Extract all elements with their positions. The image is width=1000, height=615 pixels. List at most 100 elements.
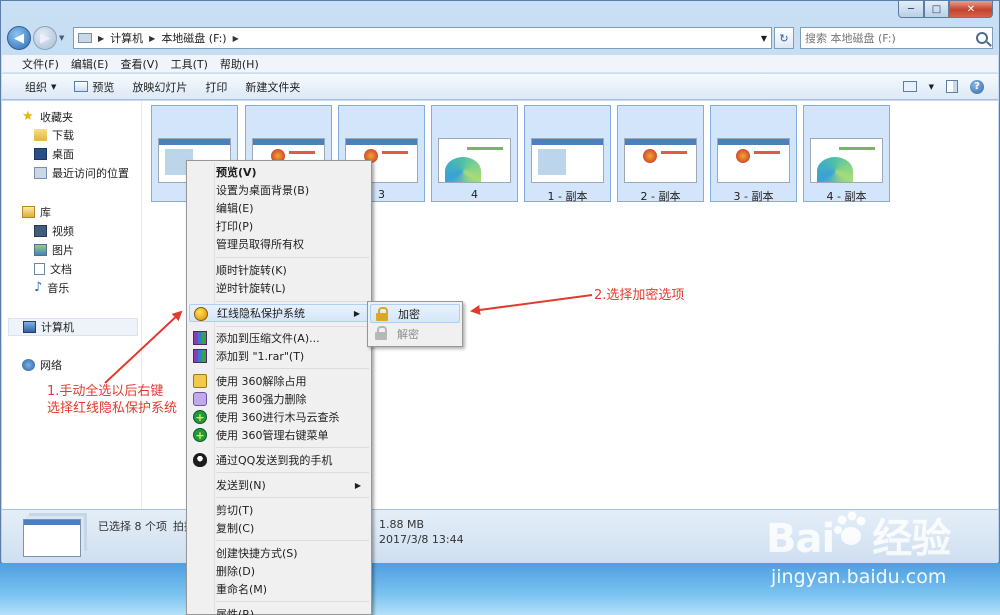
menu-item-properties[interactable]: 属性(R) [189, 605, 369, 615]
menu-item-set-wallpaper[interactable]: 设置为桌面背景(B) [189, 181, 369, 199]
menu-item-360-manage-menu[interactable]: + 使用 360管理右键菜单 [189, 426, 369, 444]
nav-network[interactable]: 网络 [22, 357, 62, 373]
print-button[interactable]: 打印 [196, 76, 236, 98]
menu-item-delete[interactable]: 删除(D) [189, 562, 369, 580]
file-tile[interactable]: 1 - 副本 [524, 105, 611, 203]
forward-button[interactable]: ▶ [33, 26, 57, 50]
address-dropdown-icon[interactable]: ▼ [757, 34, 771, 43]
file-name: 1 - 副本 [547, 190, 588, 203]
file-tile[interactable]: 4 [431, 105, 518, 202]
organize-label: 组织 [25, 80, 47, 94]
submenu-arrow-icon: ▶ [354, 480, 361, 490]
menu-item-rename[interactable]: 重命名(M) [189, 580, 369, 598]
file-tile[interactable]: 3 - 副本 [710, 105, 797, 203]
nav-downloads[interactable]: 下载 [34, 127, 74, 143]
menu-item-privacy-protection[interactable]: 红线隐私保护系统 ▶ [189, 304, 369, 322]
navigation-row: ◀ ▶ ▼ ▶ 计算机 ▶ 本地磁盘 (F:) ▶ ▼ ↻ [7, 23, 993, 53]
search-input[interactable] [805, 31, 976, 45]
selection-count: 已选择 8 个项 [98, 520, 167, 533]
submenu-item-encrypt[interactable]: 加密 [370, 304, 460, 323]
breadcrumb-separator-icon[interactable]: ▶ [149, 34, 155, 43]
image-thumbnail [810, 138, 883, 183]
nav-computer-label: 计算机 [41, 321, 74, 334]
menu-tools[interactable]: 工具(T) [165, 56, 214, 72]
nav-recent-label: 最近访问的位置 [52, 167, 129, 180]
menu-item-cut[interactable]: 剪切(T) [189, 501, 369, 519]
preview-pane-icon[interactable] [946, 80, 958, 93]
file-name: 4 [471, 188, 478, 201]
file-tile[interactable]: 2 - 副本 [617, 105, 704, 203]
help-icon[interactable]: ? [970, 79, 984, 94]
nav-documents[interactable]: 文档 [34, 261, 72, 277]
library-icon [22, 206, 35, 218]
refresh-button[interactable]: ↻ [774, 27, 794, 49]
preview-label: 预览 [92, 80, 115, 94]
search-icon[interactable] [976, 32, 988, 44]
nav-desktop[interactable]: 桌面 [34, 146, 74, 162]
menu-item-label: 打印(P) [216, 220, 254, 233]
menu-view[interactable]: 查看(V) [114, 56, 164, 72]
back-button[interactable]: ◀ [7, 26, 31, 50]
context-menu: 预览(V) 设置为桌面背景(B) 编辑(E) 打印(P) 管理员取得所有权 顺时… [186, 160, 372, 615]
nav-computer[interactable]: 计算机 [8, 318, 138, 336]
submenu-item-decrypt[interactable]: 解密 [370, 324, 460, 343]
menu-item-add-to-archive[interactable]: 添加到压缩文件(A)... [189, 329, 369, 347]
command-bar: 组织 ▼ 预览 放映幻灯片 打印 新建文件夹 ▼ ? [2, 74, 998, 100]
breadcrumb-separator-icon[interactable]: ▶ [98, 34, 104, 43]
minimize-button[interactable]: ─ [898, 1, 924, 18]
menu-item-send-to[interactable]: 发送到(N) ▶ [189, 476, 369, 494]
menu-item-rotate-ccw[interactable]: 逆时针旋转(L) [189, 279, 369, 297]
breadcrumb-drive[interactable]: 本地磁盘 (F:) [161, 30, 226, 46]
menu-item-rotate-cw[interactable]: 顺时针旋转(K) [189, 261, 369, 279]
music-icon: ♪ [34, 280, 43, 295]
breadcrumb-computer[interactable]: 计算机 [110, 30, 143, 46]
menu-help[interactable]: 帮助(H) [214, 56, 265, 72]
search-box[interactable] [800, 27, 993, 49]
menu-item-print[interactable]: 打印(P) [189, 217, 369, 235]
menu-item-qq-send[interactable]: 通过QQ发送到我的手机 [189, 451, 369, 469]
breadcrumb-separator-icon[interactable]: ▶ [233, 34, 239, 43]
nav-libraries[interactable]: 库 [22, 204, 51, 220]
address-bar[interactable]: ▶ 计算机 ▶ 本地磁盘 (F:) ▶ ▼ [73, 27, 772, 49]
image-thumbnail [438, 138, 511, 183]
change-view-icon[interactable] [902, 81, 917, 92]
menu-item-create-shortcut[interactable]: 创建快捷方式(S) [189, 544, 369, 562]
menu-item-360-scan[interactable]: + 使用 360进行木马云查杀 [189, 408, 369, 426]
annotation-step-1: 1.手动全选以后右键 选择红线隐私保护系统 [47, 383, 177, 417]
menu-item-edit[interactable]: 编辑(E) [189, 199, 369, 217]
image-thumbnail [531, 138, 604, 183]
menu-item-label: 删除(D) [216, 565, 256, 578]
menu-item-preview[interactable]: 预览(V) [189, 163, 369, 181]
menu-item-take-ownership[interactable]: 管理员取得所有权 [189, 235, 369, 253]
submenu-item-label: 加密 [398, 307, 420, 321]
menu-item-360-force-delete[interactable]: 使用 360强力删除 [189, 390, 369, 408]
menu-edit[interactable]: 编辑(E) [65, 56, 115, 72]
nav-music[interactable]: ♪ 音乐 [34, 280, 69, 296]
maximize-button[interactable]: □ [924, 1, 949, 18]
file-tile[interactable]: 4 - 副本 [803, 105, 890, 203]
menu-item-label: 重命名(M) [216, 583, 268, 596]
organize-button[interactable]: 组织 ▼ [16, 76, 65, 98]
menu-file[interactable]: 文件(F) [16, 56, 65, 72]
view-dropdown-icon[interactable]: ▼ [929, 83, 934, 91]
nav-libraries-label: 库 [40, 206, 51, 219]
close-button[interactable]: ✕ [949, 1, 993, 18]
nav-videos[interactable]: 视频 [34, 223, 74, 239]
annotation-line: 选择红线隐私保护系统 [47, 401, 178, 416]
menu-item-label: 使用 360进行木马云查杀 [216, 411, 340, 424]
recent-pages-dropdown[interactable]: ▼ [59, 34, 69, 42]
menu-item-copy[interactable]: 复制(C) [189, 519, 369, 537]
preview-button[interactable]: 预览 [65, 76, 123, 98]
nav-recent[interactable]: 最近访问的位置 [34, 165, 129, 181]
menu-separator [216, 368, 369, 369]
network-icon [22, 359, 35, 371]
new-folder-label: 新建文件夹 [245, 80, 301, 94]
menu-separator [216, 301, 369, 302]
menu-item-label: 编辑(E) [216, 202, 254, 215]
slideshow-button[interactable]: 放映幻灯片 [123, 76, 196, 98]
menu-item-add-to-rar[interactable]: 添加到 "1.rar"(T) [189, 347, 369, 365]
nav-favorites[interactable]: ★ 收藏夹 [22, 109, 73, 125]
nav-pictures[interactable]: 图片 [34, 242, 74, 258]
new-folder-button[interactable]: 新建文件夹 [236, 76, 309, 98]
menu-item-360-unlock[interactable]: 使用 360解除占用 [189, 372, 369, 390]
